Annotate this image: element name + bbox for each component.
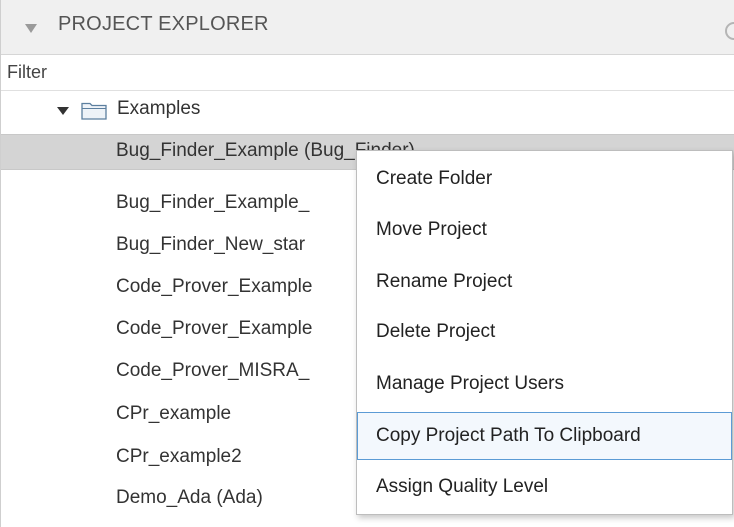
folder-icon	[81, 102, 107, 120]
menu-item-assign-quality-level[interactable]: Assign Quality Level	[357, 463, 732, 511]
filter-input[interactable]	[1, 55, 734, 90]
menu-item-rename-project[interactable]: Rename Project	[357, 258, 732, 306]
menu-item-label: Move Project	[376, 219, 487, 240]
project-label: Bug_Finder_New_star	[116, 234, 306, 255]
context-menu: Create Folder Move Project Rename Projec…	[356, 150, 733, 515]
collapse-triangle-icon[interactable]	[25, 24, 37, 33]
menu-item-delete-project[interactable]: Delete Project	[357, 308, 732, 356]
panel-header[interactable]: PROJECT EXPLORER	[1, 0, 734, 55]
menu-item-label: Manage Project Users	[376, 373, 564, 394]
folder-label: Examples	[117, 98, 201, 119]
expand-triangle-icon[interactable]	[57, 107, 69, 115]
project-label: CPr_example	[116, 403, 232, 424]
panel-options-icon[interactable]	[725, 22, 734, 40]
menu-item-label: Create Folder	[376, 168, 493, 189]
menu-item-label: Delete Project	[376, 321, 496, 342]
tree-folder-examples[interactable]: Examples	[1, 92, 734, 128]
project-label: Demo_Ada (Ada)	[116, 487, 263, 508]
project-label: CPr_example2	[116, 446, 242, 467]
project-label: Code_Prover_MISRA_	[116, 360, 310, 381]
filter-bar	[1, 55, 734, 91]
project-explorer-panel: PROJECT EXPLORER Examples Bug_Finder_Exa…	[0, 0, 734, 527]
menu-item-create-folder[interactable]: Create Folder	[357, 155, 732, 203]
menu-item-label: Assign Quality Level	[376, 476, 549, 497]
project-label: Code_Prover_Example	[116, 318, 313, 339]
menu-item-move-project[interactable]: Move Project	[357, 206, 732, 254]
menu-item-label: Rename Project	[376, 271, 513, 292]
menu-item-manage-project-users[interactable]: Manage Project Users	[357, 360, 732, 408]
project-label: Bug_Finder_Example_	[116, 192, 310, 213]
panel-title: PROJECT EXPLORER	[58, 13, 269, 35]
menu-item-label: Copy Project Path To Clipboard	[376, 425, 641, 446]
project-label: Code_Prover_Example	[116, 276, 313, 297]
menu-item-copy-project-path[interactable]: Copy Project Path To Clipboard	[357, 412, 732, 460]
